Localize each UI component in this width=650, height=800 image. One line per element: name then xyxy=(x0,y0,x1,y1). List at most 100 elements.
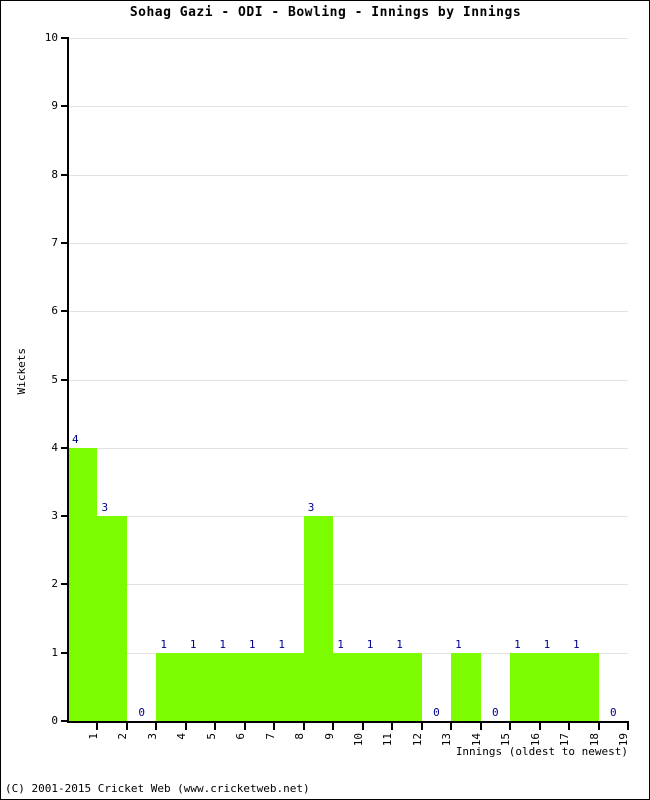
y-axis-tick xyxy=(61,720,68,722)
bar xyxy=(68,447,98,721)
bar xyxy=(185,652,216,721)
x-axis-tick-label: 10 xyxy=(352,733,365,747)
x-axis-tick xyxy=(332,723,335,730)
y-axis-tick-label: 10 xyxy=(44,31,58,44)
bar-value-label: 1 xyxy=(219,637,226,651)
y-axis-tick-label: 0 xyxy=(51,714,58,727)
x-axis-tick xyxy=(627,723,629,730)
bar-value-label: 1 xyxy=(514,637,521,651)
x-axis-tick xyxy=(155,723,158,730)
bar-value-label: 1 xyxy=(366,637,374,651)
gridline xyxy=(68,38,628,39)
y-axis-tick-label: 4 xyxy=(51,440,58,454)
bar xyxy=(215,652,245,721)
x-axis-tick-label: 8 xyxy=(293,733,307,740)
bar-value-label: 1 xyxy=(543,637,551,651)
x-axis-line xyxy=(67,721,629,723)
x-axis-tick xyxy=(391,723,394,730)
x-axis-tick xyxy=(243,723,246,730)
gridline xyxy=(68,379,628,381)
gridline xyxy=(68,447,628,449)
bar-value-label: 1 xyxy=(573,637,580,651)
y-axis-tick xyxy=(61,515,68,518)
x-axis-tick xyxy=(420,723,423,730)
y-axis-tick-label: 6 xyxy=(51,304,58,318)
chart-page: Sohag Gazi - ODI - Bowling - Innings by … xyxy=(0,0,650,800)
page-title: Sohag Gazi - ODI - Bowling - Innings by … xyxy=(129,5,522,20)
bar-value-label: 1 xyxy=(337,637,344,651)
bar xyxy=(539,652,570,721)
y-axis-tick xyxy=(61,241,68,244)
bar-value-label: 1 xyxy=(455,637,462,651)
bar-value-label: 0 xyxy=(492,706,499,719)
x-axis-tick xyxy=(568,723,571,730)
bar-value-label: 1 xyxy=(248,637,256,651)
y-axis-tick xyxy=(61,378,68,381)
y-axis-tick-label: 2 xyxy=(51,577,58,591)
bar-value-label: 1 xyxy=(278,637,285,651)
gridline xyxy=(68,106,628,108)
y-axis-tick xyxy=(61,37,68,39)
bar-value-label: 0 xyxy=(433,706,440,719)
x-axis-tick xyxy=(597,723,600,730)
x-axis-tick xyxy=(273,723,276,730)
y-axis-tick-label: 1 xyxy=(51,645,58,659)
x-axis-tick xyxy=(509,723,512,730)
bar-value-label: 0 xyxy=(138,706,145,719)
bar xyxy=(510,652,540,721)
y-axis-tick-label: 7 xyxy=(51,235,58,249)
y-axis-tick xyxy=(61,105,68,108)
bar-value-label: 1 xyxy=(160,637,168,651)
x-axis-tick xyxy=(479,723,482,730)
x-axis-tick-label: 7 xyxy=(263,733,277,740)
y-axis-tick xyxy=(61,583,68,586)
x-axis-tick xyxy=(96,723,99,730)
y-axis-tick xyxy=(61,651,68,654)
x-axis-tick xyxy=(361,723,364,730)
copyright-footer: (C) 2001-2015 Cricket Web (www.cricketwe… xyxy=(5,782,310,795)
gridline xyxy=(68,516,628,518)
x-axis-tick xyxy=(450,723,453,730)
bar-value-label: 1 xyxy=(189,637,197,651)
y-axis-tick xyxy=(61,310,68,313)
plot-area xyxy=(68,38,628,721)
y-axis-tick-label: 5 xyxy=(51,372,58,386)
x-axis-title: Innings (oldest to newest) xyxy=(455,745,628,758)
x-axis-tick xyxy=(538,723,541,730)
bar xyxy=(362,652,393,721)
bar-value-label: 4 xyxy=(72,432,79,446)
y-axis-title: Wickets xyxy=(15,348,28,395)
x-axis-tick-label: 4 xyxy=(175,733,189,740)
x-axis-tick xyxy=(214,723,217,730)
bar xyxy=(156,652,186,721)
x-axis-tick-label: 1 xyxy=(86,733,100,740)
y-axis-tick-label: 9 xyxy=(51,99,58,113)
bar-value-label: 3 xyxy=(307,501,315,515)
y-axis-tick-label: 8 xyxy=(51,167,58,181)
x-axis-tick-label: 3 xyxy=(145,733,159,740)
bar xyxy=(303,516,334,721)
x-axis-tick-label: 9 xyxy=(322,733,336,740)
gridline xyxy=(68,242,628,244)
x-axis-tick xyxy=(184,723,187,730)
bar xyxy=(569,652,599,721)
y-axis-tick xyxy=(61,446,68,449)
bar xyxy=(451,652,481,721)
bar xyxy=(97,516,127,721)
gridline xyxy=(68,174,628,176)
gridline xyxy=(68,584,628,586)
bar xyxy=(333,652,363,721)
bar xyxy=(274,652,304,721)
x-axis-tick xyxy=(125,723,128,730)
bar-value-label: 3 xyxy=(101,501,109,515)
x-axis-tick xyxy=(302,723,305,730)
bar xyxy=(244,652,275,721)
bar-value-label: 0 xyxy=(609,706,617,719)
y-axis-tick xyxy=(61,173,68,176)
x-axis-tick-label: 2 xyxy=(116,733,130,740)
bar-value-label: 1 xyxy=(396,637,403,651)
gridline xyxy=(68,311,628,313)
x-axis-tick-label: 5 xyxy=(204,733,218,740)
x-axis-tick-label: 6 xyxy=(234,733,248,740)
bar xyxy=(392,652,422,721)
